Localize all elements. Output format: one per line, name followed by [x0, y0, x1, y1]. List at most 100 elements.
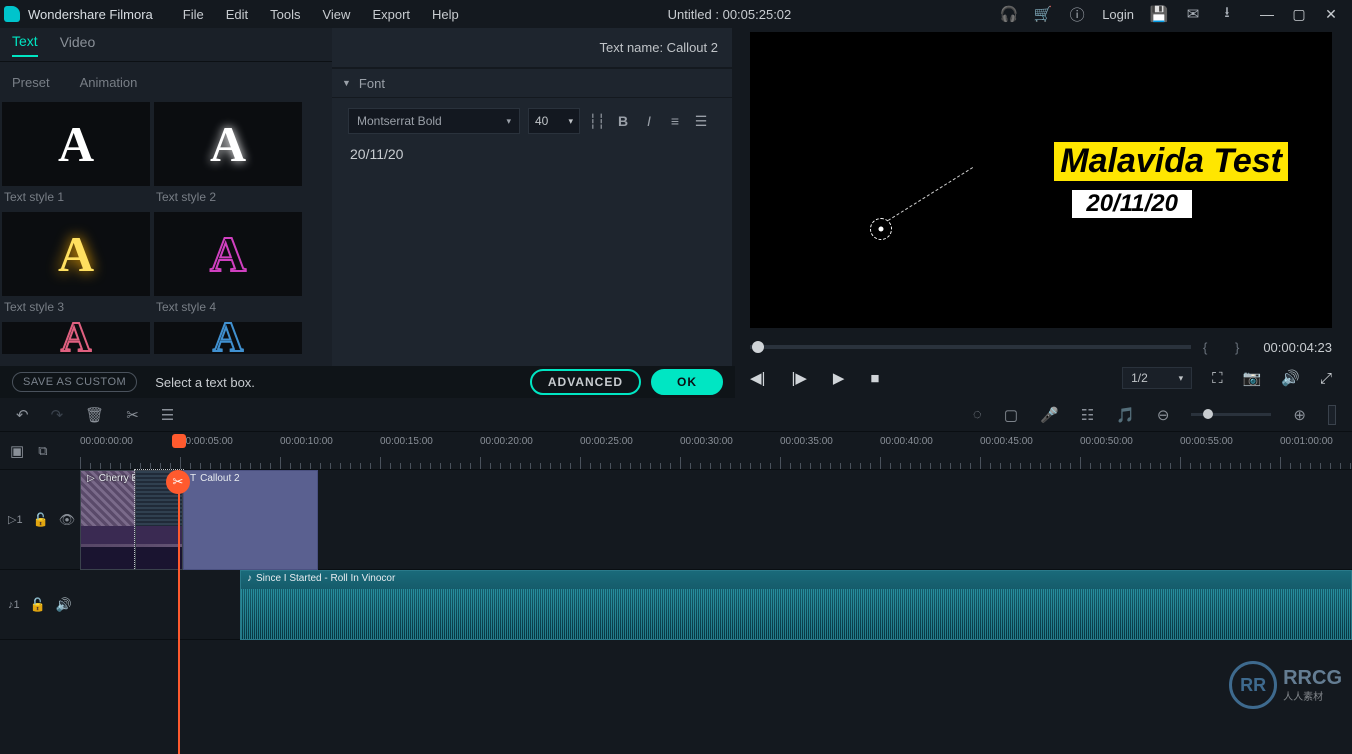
text-name-label: Text name: Callout 2 [599, 40, 718, 55]
main-menu: File Edit Tools View Export Help [183, 7, 459, 22]
preview-panel: Malavida Test 20/11/20 { } 00:00:04:23 ◀… [732, 28, 1350, 398]
download-icon[interactable]: ⭳ [1218, 5, 1236, 23]
line-spacing-icon[interactable]: ┆┆ [588, 113, 606, 130]
preview-zoom-select[interactable]: 1/2 ▾ [1122, 367, 1192, 389]
text-style-2[interactable]: A Text style 2 [154, 102, 302, 208]
minimize-button[interactable]: — [1260, 7, 1274, 21]
info-icon[interactable]: ⓘ [1068, 5, 1086, 23]
next-frame-button[interactable]: |▶ [791, 369, 806, 387]
ok-button[interactable]: OK [651, 369, 723, 395]
track-options-icon[interactable]: ▣ [10, 442, 24, 460]
italic-button[interactable]: I [640, 113, 658, 129]
timeline-ruler[interactable]: ▣ ⧉ 00:00:00:0000:00:05:0000:00:10:0000:… [0, 432, 1352, 470]
snapshot-icon[interactable]: 📷 [1243, 369, 1262, 387]
menu-tools[interactable]: Tools [270, 7, 300, 22]
record-voiceover-icon[interactable]: 🎤 [1040, 406, 1059, 424]
save-icon[interactable]: 💾 [1150, 5, 1168, 23]
callout-leader-line [888, 167, 973, 221]
bold-button[interactable]: B [614, 113, 632, 129]
preview-canvas[interactable]: Malavida Test 20/11/20 [750, 32, 1332, 328]
split-button[interactable]: ✂ [126, 406, 139, 424]
menu-file[interactable]: File [183, 7, 204, 22]
close-button[interactable]: ✕ [1324, 7, 1338, 21]
audio-mixer-icon[interactable]: ☷ [1081, 406, 1094, 424]
volume-icon[interactable]: 🔊 [1281, 369, 1300, 387]
ruler-label: 00:00:45:00 [980, 436, 1033, 447]
text-clip[interactable]: T Callout 2 [183, 470, 318, 570]
display-mode-icon[interactable]: ⛶ [1212, 370, 1223, 387]
watermark-icon: RR [1229, 661, 1277, 709]
text-style-3[interactable]: A Text style 3 [2, 212, 150, 318]
stop-button[interactable]: ■ [870, 370, 879, 387]
menu-view[interactable]: View [322, 7, 350, 22]
maximize-button[interactable]: ▢ [1292, 7, 1306, 21]
align-justify-icon[interactable]: ☰ [692, 113, 710, 130]
title-bar: Wondershare Filmora File Edit Tools View… [0, 0, 1352, 28]
menu-help[interactable]: Help [432, 7, 459, 22]
fullscreen-icon[interactable]: ⤢ [1320, 370, 1332, 387]
text-action-bar: SAVE AS CUSTOM Select a text box. ADVANC… [0, 366, 735, 398]
preview-scrubber[interactable] [750, 345, 1191, 349]
prev-frame-button[interactable]: ◀| [750, 369, 765, 387]
ruler-label: 00:00:55:00 [1180, 436, 1233, 447]
music-icon: ♪ [247, 573, 252, 584]
audio-sync-icon[interactable]: 🎵 [1116, 406, 1135, 424]
track-audio-label: ♪1 [8, 599, 20, 611]
headphones-icon[interactable]: 🎧 [1000, 5, 1018, 23]
tab-text[interactable]: Text [12, 33, 38, 57]
zoom-in-icon[interactable]: ⊕ [1293, 406, 1306, 424]
ruler-label: 00:00:15:00 [380, 436, 433, 447]
speaker-icon[interactable]: 🔊 [56, 597, 72, 613]
lock-icon[interactable]: 🔓 [33, 512, 49, 528]
font-family-select[interactable]: Montserrat Bold ▾ [348, 108, 520, 134]
link-icon[interactable]: ⧉ [38, 443, 47, 459]
delete-button[interactable]: 🗑 [85, 406, 104, 424]
zoom-out-icon[interactable]: ⊖ [1157, 406, 1170, 424]
adjust-button[interactable]: ☰ [161, 406, 174, 424]
timeline-panel: ↶ ↷ 🗑 ✂ ☰ ◌ ▢ 🎤 ☷ 🎵 ⊖ ⊕ ▣ ⧉ 00:00:00:000… [0, 398, 1352, 719]
in-out-braces[interactable]: { } [1203, 340, 1251, 355]
preview-sub-text[interactable]: 20/11/20 [1072, 190, 1192, 218]
font-section-header[interactable]: ▼ Font [332, 68, 732, 98]
audio-clip[interactable]: ♪ Since I Started - Roll In Vinocor [240, 570, 1352, 640]
menu-edit[interactable]: Edit [226, 7, 248, 22]
undo-button[interactable]: ↶ [16, 406, 29, 424]
text-content-input[interactable]: 20/11/20 [348, 142, 716, 166]
mail-icon[interactable]: ✉ [1184, 5, 1202, 23]
timeline-marker-icon[interactable] [1328, 405, 1336, 425]
text-style-5[interactable]: A [2, 322, 150, 354]
render-preview-icon[interactable]: ◌ [973, 406, 982, 423]
lock-icon[interactable]: 🔓 [30, 597, 46, 613]
play-button[interactable]: ▶ [833, 369, 845, 387]
playhead-line[interactable] [178, 484, 180, 754]
advanced-button[interactable]: ADVANCED [530, 369, 641, 395]
callout-anchor-handle[interactable] [870, 218, 892, 240]
text-style-4[interactable]: A Text style 4 [154, 212, 302, 318]
text-style-6[interactable]: A [154, 322, 302, 354]
scrubber-handle[interactable] [752, 341, 764, 353]
ruler-label: 00:00:20:00 [480, 436, 533, 447]
redo-button[interactable]: ↷ [51, 406, 64, 424]
cart-icon[interactable]: 🛒 [1034, 5, 1052, 23]
font-size-select[interactable]: 40 ▾ [528, 108, 580, 134]
text-style-1[interactable]: A Text style 1 [2, 102, 150, 208]
subtab-animation[interactable]: Animation [80, 75, 138, 90]
ruler-label: 00:00:35:00 [780, 436, 833, 447]
text-styles-panel: Text Video Preset Animation A Text style… [0, 28, 332, 398]
subtab-preset[interactable]: Preset [12, 75, 50, 90]
ruler-label: 00:00:40:00 [880, 436, 933, 447]
preview-title-text[interactable]: Malavida Test [1054, 142, 1288, 181]
save-as-custom-button[interactable]: SAVE AS CUSTOM [12, 372, 137, 392]
playhead-marker[interactable] [172, 434, 186, 448]
align-left-icon[interactable]: ≡ [666, 113, 684, 129]
tab-video[interactable]: Video [60, 34, 96, 56]
chevron-down-icon: ▼ [342, 78, 351, 88]
playhead-split-button[interactable]: ✂ [166, 470, 190, 494]
timeline-zoom-slider[interactable] [1191, 413, 1271, 416]
login-button[interactable]: Login [1102, 7, 1134, 22]
eye-icon[interactable]: 👁 [59, 512, 76, 528]
marker-icon[interactable]: ▢ [1004, 406, 1018, 424]
menu-export[interactable]: Export [372, 7, 410, 22]
chevron-down-icon: ▾ [506, 116, 511, 127]
audio-track: ♪1 🔓 🔊 ♪ Since I Started - Roll In Vinoc… [0, 570, 1352, 640]
